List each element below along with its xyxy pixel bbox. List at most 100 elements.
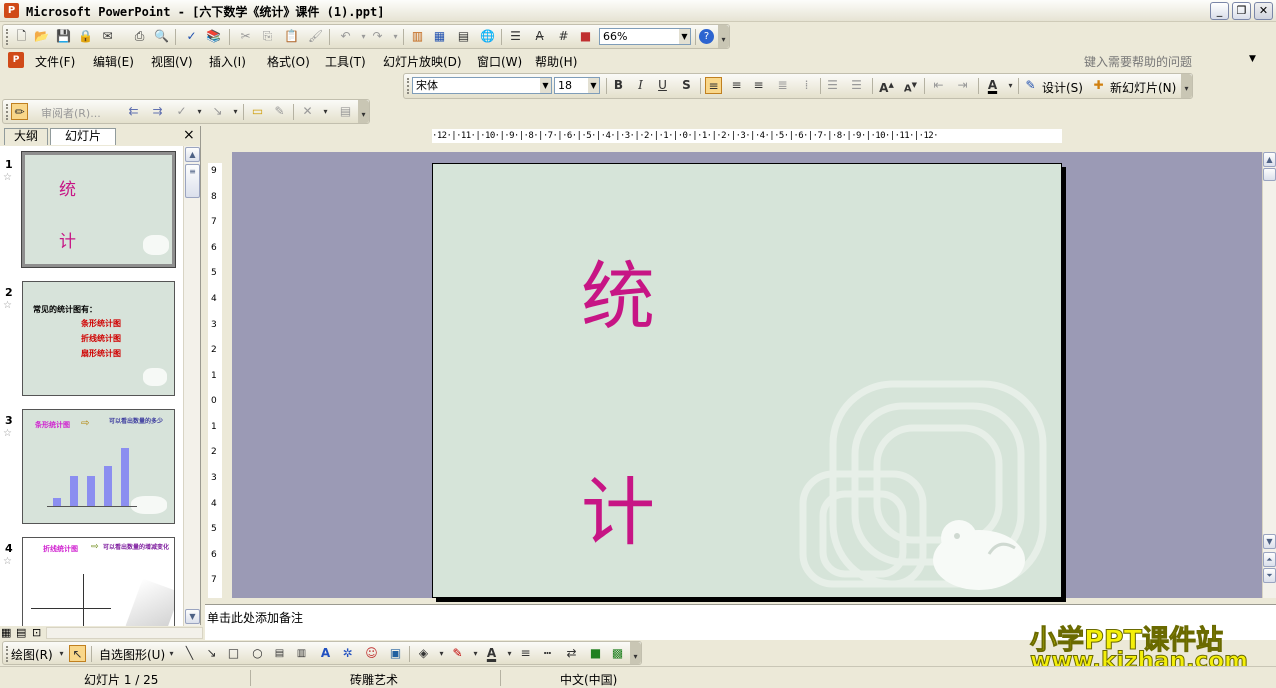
menu-format[interactable]: 格式(O) (267, 53, 310, 70)
vertical-textbox-icon[interactable]: ▥ (293, 645, 310, 662)
previous-item-icon[interactable]: ⇇ (125, 103, 142, 120)
arrow-style-icon[interactable]: ⇄ (563, 645, 580, 662)
toolbar-grip[interactable] (407, 78, 410, 94)
bold-button[interactable]: B (610, 77, 627, 94)
spelling-icon[interactable]: ✓ (183, 28, 200, 45)
redo-dropdown-icon[interactable]: ▾ (387, 28, 404, 45)
menu-insert[interactable]: 插入(I) (209, 53, 246, 70)
new-slide-button[interactable]: 新幻灯片(N) (1110, 79, 1176, 96)
fill-color-icon[interactable]: ◈ (415, 645, 432, 662)
unapply-dropdown-icon[interactable]: ▾ (227, 103, 244, 120)
toolbar-grip[interactable] (6, 29, 9, 45)
markup-icon[interactable]: ✏ (11, 103, 28, 120)
font-size-select[interactable]: 18 ▼ (554, 77, 600, 94)
insert-chart-icon[interactable]: ▥ (409, 28, 426, 45)
paste-icon[interactable]: 📋 (283, 28, 300, 45)
close-pane-icon[interactable]: × (183, 127, 195, 143)
powerpoint-app-icon[interactable]: P (4, 3, 19, 18)
save-icon[interactable]: 💾 (55, 28, 72, 45)
help-icon[interactable]: ? (699, 29, 714, 44)
oval-icon[interactable]: ○ (249, 645, 266, 662)
show-formatting-icon[interactable]: A̶ (531, 28, 548, 45)
show-grid-icon[interactable]: # (555, 28, 572, 45)
font-color-icon[interactable]: A (984, 77, 1001, 94)
line-color-icon[interactable]: ✎ (449, 645, 466, 662)
menu-view[interactable]: 视图(V) (151, 53, 193, 70)
research-icon[interactable]: 📚 (205, 28, 222, 45)
vertical-ruler[interactable]: 9 8 7 6 5 4 3 2 1 0 1 2 3 4 5 6 7 (208, 163, 222, 598)
bullets-icon[interactable]: ☰ (848, 77, 865, 94)
tables-borders-icon[interactable]: ▤ (455, 28, 472, 45)
clipart-icon[interactable]: ☺ (363, 645, 380, 662)
arrow-tool-icon[interactable]: ↘ (203, 645, 220, 662)
slide-thumbnail-4[interactable]: 折线统计图 ⇨ 可以看出数量的增减变化 (22, 537, 175, 626)
scroll-down-icon[interactable]: ▼ (185, 609, 200, 624)
increase-font-icon[interactable]: A▲ (878, 77, 895, 95)
copy-icon[interactable]: ⎘ (259, 28, 276, 45)
underline-button[interactable]: U (654, 77, 671, 94)
menu-window[interactable]: 窗口(W) (477, 53, 522, 70)
scroll-up-icon[interactable]: ▲ (1263, 152, 1276, 167)
align-left-icon[interactable]: ≡ (705, 77, 722, 94)
open-folder-icon[interactable]: 📂 (33, 28, 50, 45)
justify-icon[interactable]: ≣ (774, 77, 791, 94)
close-button[interactable]: ✕ (1254, 2, 1273, 20)
next-slide-icon[interactable]: ⏷ (1263, 568, 1276, 583)
fill-dropdown-icon[interactable]: ▾ (433, 645, 450, 662)
shadow-style-icon[interactable]: ■ (587, 645, 604, 662)
picture-icon[interactable]: ▣ (387, 645, 404, 662)
scroll-down-icon[interactable]: ▼ (1263, 534, 1276, 549)
toolbar-grip[interactable] (6, 646, 9, 662)
slide-sorter-icon[interactable]: ▤ (16, 626, 26, 639)
scroll-thumb[interactable]: ≡ (185, 164, 200, 198)
color-grayscale-icon[interactable]: ■ (577, 28, 594, 45)
tab-slides[interactable]: 幻灯片 (50, 128, 116, 145)
horizontal-ruler[interactable]: ·12·|·11·|·10·|·9·|·8·|·7·|·6·|·5·|·4·|·… (432, 129, 1062, 143)
toolbar-options-chevron-icon[interactable]: ▾ (630, 642, 641, 664)
font-color-dropdown-icon[interactable]: ▾ (501, 645, 518, 662)
shadow-button[interactable]: S (678, 77, 695, 94)
print-icon[interactable]: ⎙ (131, 28, 148, 45)
autoshapes-button[interactable]: 自选图形(U) (99, 646, 165, 663)
undo-icon[interactable]: ↶ (337, 28, 354, 45)
slide-thumbnail-2[interactable]: 常见的统计图有： 条形统计图 折线统计图 扇形统计图 (22, 281, 175, 396)
chevron-down-icon[interactable]: ▼ (588, 78, 599, 93)
next-item-icon[interactable]: ⇉ (149, 103, 166, 120)
font-select[interactable]: 宋体 ▼ (412, 77, 552, 94)
help-dropdown-icon[interactable]: ▼ (1249, 54, 1256, 64)
toolbar-grip[interactable] (6, 104, 9, 120)
dash-style-icon[interactable]: ┅ (539, 645, 556, 662)
delete-comment-icon[interactable]: ✕ (299, 103, 316, 120)
chevron-down-icon[interactable]: ▼ (679, 29, 690, 44)
thumbnail-scrollbar[interactable]: ▲ ≡ ▼ (183, 146, 200, 626)
reviewing-pane-icon[interactable]: ▤ (337, 103, 354, 120)
draw-dropdown-icon[interactable]: ▾ (53, 645, 70, 662)
slideshow-icon[interactable]: ⊡ (32, 626, 41, 639)
distributed-icon[interactable]: ⁞ (798, 77, 815, 94)
line-icon[interactable]: ╲ (181, 645, 198, 662)
line-color-dropdown-icon[interactable]: ▾ (467, 645, 484, 662)
hyperlink-icon[interactable]: 🌐 (479, 28, 496, 45)
zoom-select[interactable]: 66% ▼ (599, 28, 691, 45)
slide-title-char-1[interactable]: 统 (581, 260, 655, 334)
slide-thumbnail-1[interactable]: 统 计 (21, 151, 176, 268)
previous-slide-icon[interactable]: ⏶ (1263, 552, 1276, 567)
restore-button[interactable]: ❐ (1232, 2, 1251, 20)
document-icon[interactable]: P (8, 52, 24, 68)
3d-style-icon[interactable]: ▩ (609, 645, 626, 662)
insert-table-icon[interactable]: ▦ (431, 28, 448, 45)
chevron-down-icon[interactable]: ▼ (540, 78, 551, 93)
font-color-dropdown-icon[interactable]: ▾ (1002, 77, 1019, 94)
format-painter-icon[interactable]: 🖌 (307, 28, 324, 45)
diagram-icon[interactable]: ✲ (339, 645, 356, 662)
normal-view-icon[interactable]: ▦ (1, 626, 11, 639)
apply-dropdown-icon[interactable]: ▾ (191, 103, 208, 120)
scroll-thumb[interactable] (1263, 168, 1276, 181)
language-indicator[interactable]: 中文(中国) (560, 671, 617, 688)
edit-comment-icon[interactable]: ✎ (271, 103, 288, 120)
expand-all-icon[interactable]: ☰ (507, 28, 524, 45)
slide-scrollbar[interactable]: ▲ ▼ ⏶ ⏷ (1262, 152, 1276, 598)
slide-title-char-2[interactable]: 计 (581, 476, 655, 550)
tab-outline[interactable]: 大纲 (4, 128, 48, 145)
insert-comment-icon[interactable]: ▭ (249, 103, 266, 120)
